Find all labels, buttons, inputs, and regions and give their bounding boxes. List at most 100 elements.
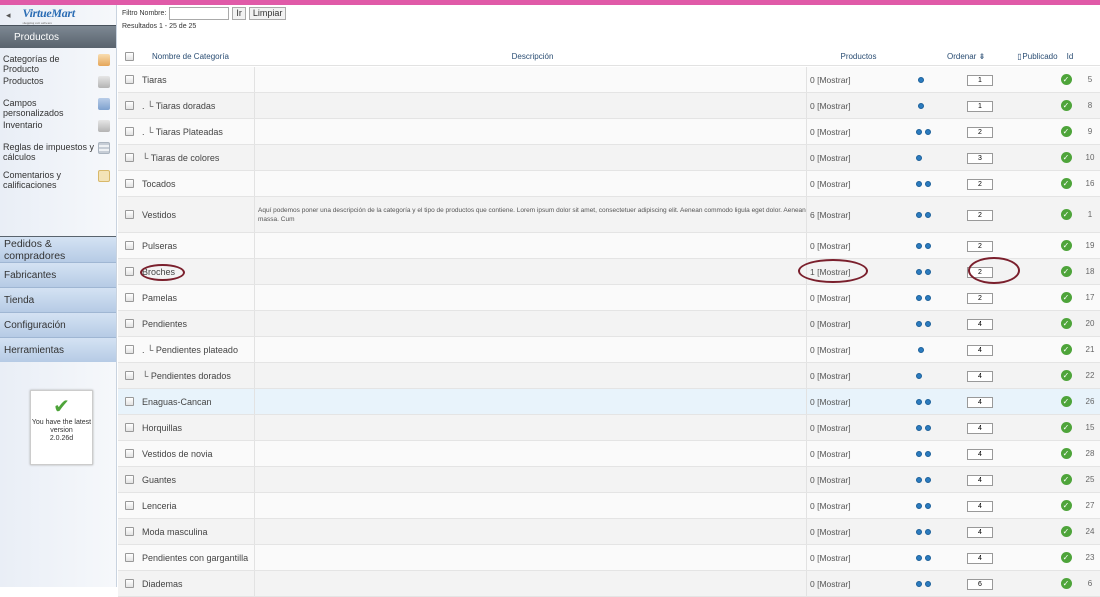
published-check-icon[interactable]: ✓ bbox=[1060, 578, 1072, 589]
products-count-link[interactable]: 6 [Mostrar] bbox=[807, 210, 907, 220]
row-checkbox[interactable] bbox=[124, 475, 134, 484]
order-input[interactable] bbox=[967, 396, 993, 408]
category-name[interactable]: Pamelas bbox=[140, 285, 255, 310]
published-check-icon[interactable]: ✓ bbox=[1060, 526, 1072, 537]
products-count-link[interactable]: 0 [Mostrar] bbox=[807, 475, 907, 485]
products-count-link[interactable]: 0 [Mostrar] bbox=[807, 153, 907, 163]
category-name[interactable]: Pendientes bbox=[140, 311, 255, 336]
move-down-icon[interactable] bbox=[925, 128, 931, 135]
category-name[interactable]: └ Pendientes dorados bbox=[140, 363, 255, 388]
products-count-link[interactable]: 0 [Mostrar] bbox=[807, 579, 907, 589]
published-check-icon[interactable]: ✓ bbox=[1060, 370, 1072, 381]
column-header-order[interactable]: Ordenar bbox=[947, 52, 976, 61]
order-input[interactable] bbox=[967, 126, 993, 138]
published-check-icon[interactable]: ✓ bbox=[1060, 552, 1072, 563]
move-down-icon[interactable] bbox=[925, 211, 931, 218]
move-down-icon[interactable] bbox=[925, 268, 931, 275]
products-count-link[interactable]: 0 [Mostrar] bbox=[807, 101, 907, 111]
products-count-link[interactable]: 0 [Mostrar] bbox=[807, 553, 907, 563]
row-checkbox[interactable] bbox=[124, 210, 134, 219]
move-down-icon[interactable] bbox=[918, 346, 924, 353]
move-up-icon[interactable] bbox=[916, 398, 922, 405]
move-up-icon[interactable] bbox=[916, 242, 922, 249]
row-checkbox[interactable] bbox=[124, 553, 134, 562]
select-all-checkbox[interactable] bbox=[124, 52, 134, 61]
move-up-icon[interactable] bbox=[916, 128, 922, 135]
order-input[interactable] bbox=[967, 578, 993, 590]
column-header-name[interactable]: Nombre de Categoría bbox=[140, 48, 255, 65]
category-name[interactable]: Enaguas-Cancan bbox=[140, 389, 255, 414]
order-input[interactable] bbox=[967, 500, 993, 512]
reset-button[interactable]: Limpiar bbox=[248, 6, 287, 20]
category-name[interactable]: Pendientes con gargantilla bbox=[140, 545, 255, 570]
published-check-icon[interactable]: ✓ bbox=[1060, 152, 1072, 163]
products-count-link[interactable]: 0 [Mostrar] bbox=[807, 319, 907, 329]
products-count-link[interactable]: 0 [Mostrar] bbox=[807, 127, 907, 137]
category-name[interactable]: Tocados bbox=[140, 171, 255, 196]
collapse-arrow-icon[interactable]: ◂ bbox=[6, 10, 11, 21]
go-button[interactable]: Ir bbox=[232, 6, 246, 20]
row-checkbox[interactable] bbox=[124, 527, 134, 536]
move-up-icon[interactable] bbox=[916, 554, 922, 561]
sidebar-item-categorias[interactable]: Categorías de Producto bbox=[0, 54, 116, 76]
sidebar-item-campos[interactable]: Campos personalizados bbox=[0, 98, 116, 120]
row-checkbox[interactable] bbox=[124, 501, 134, 510]
sidebar-section-fabricantes[interactable]: Fabricantes bbox=[0, 262, 116, 287]
row-checkbox[interactable] bbox=[124, 127, 134, 136]
category-name[interactable]: Pulseras bbox=[140, 233, 255, 258]
category-name[interactable]: Tiaras bbox=[140, 67, 255, 92]
published-check-icon[interactable]: ✓ bbox=[1060, 292, 1072, 303]
sidebar-item-productos[interactable]: Productos bbox=[0, 76, 116, 98]
move-up-icon[interactable] bbox=[916, 154, 922, 161]
move-up-icon[interactable] bbox=[916, 476, 922, 483]
move-down-icon[interactable] bbox=[925, 424, 931, 431]
move-down-icon[interactable] bbox=[925, 320, 931, 327]
category-name[interactable]: Diademas bbox=[140, 571, 255, 596]
row-checkbox[interactable] bbox=[124, 293, 134, 302]
published-check-icon[interactable]: ✓ bbox=[1060, 318, 1072, 329]
move-down-icon[interactable] bbox=[918, 102, 924, 109]
published-check-icon[interactable]: ✓ bbox=[1060, 178, 1072, 189]
products-count-link[interactable]: 0 [Mostrar] bbox=[807, 501, 907, 511]
products-count-link[interactable]: 0 [Mostrar] bbox=[807, 449, 907, 459]
sidebar-section-tienda[interactable]: Tienda bbox=[0, 287, 116, 312]
move-down-icon[interactable] bbox=[925, 398, 931, 405]
category-name[interactable]: Vestidos de novia bbox=[140, 441, 255, 466]
order-input[interactable] bbox=[967, 240, 993, 252]
category-name[interactable]: . └ Tiaras Plateadas bbox=[140, 119, 255, 144]
row-checkbox[interactable] bbox=[124, 319, 134, 328]
published-check-icon[interactable]: ✓ bbox=[1060, 422, 1072, 433]
products-count-link[interactable]: 0 [Mostrar] bbox=[807, 423, 907, 433]
order-input[interactable] bbox=[967, 474, 993, 486]
sidebar-item-comentarios[interactable]: Comentarios y calificaciones bbox=[0, 170, 116, 198]
move-down-icon[interactable] bbox=[925, 502, 931, 509]
products-count-link[interactable]: 0 [Mostrar] bbox=[807, 345, 907, 355]
move-down-icon[interactable] bbox=[925, 528, 931, 535]
sidebar-item-inventario[interactable]: Inventario bbox=[0, 120, 116, 142]
published-check-icon[interactable]: ✓ bbox=[1060, 266, 1072, 277]
order-input[interactable] bbox=[967, 74, 993, 86]
row-checkbox[interactable] bbox=[124, 75, 134, 84]
published-check-icon[interactable]: ✓ bbox=[1060, 474, 1072, 485]
move-down-icon[interactable] bbox=[925, 242, 931, 249]
move-up-icon[interactable] bbox=[916, 268, 922, 275]
move-up-icon[interactable] bbox=[916, 294, 922, 301]
order-input[interactable] bbox=[967, 344, 993, 356]
published-check-icon[interactable]: ✓ bbox=[1060, 396, 1072, 407]
move-down-icon[interactable] bbox=[918, 76, 924, 83]
category-name[interactable]: Moda masculina bbox=[140, 519, 255, 544]
published-check-icon[interactable]: ✓ bbox=[1060, 209, 1072, 220]
published-check-icon[interactable]: ✓ bbox=[1060, 448, 1072, 459]
products-count-link[interactable]: 0 [Mostrar] bbox=[807, 397, 907, 407]
sidebar-section-configuracion[interactable]: Configuración bbox=[0, 312, 116, 337]
order-input[interactable] bbox=[967, 552, 993, 564]
category-name[interactable]: Vestidos bbox=[140, 197, 255, 232]
move-down-icon[interactable] bbox=[925, 450, 931, 457]
published-check-icon[interactable]: ✓ bbox=[1060, 500, 1072, 511]
move-down-icon[interactable] bbox=[925, 554, 931, 561]
move-up-icon[interactable] bbox=[916, 424, 922, 431]
order-input[interactable] bbox=[967, 100, 993, 112]
row-checkbox[interactable] bbox=[124, 101, 134, 110]
order-input[interactable] bbox=[967, 152, 993, 164]
category-name[interactable]: Lenceria bbox=[140, 493, 255, 518]
